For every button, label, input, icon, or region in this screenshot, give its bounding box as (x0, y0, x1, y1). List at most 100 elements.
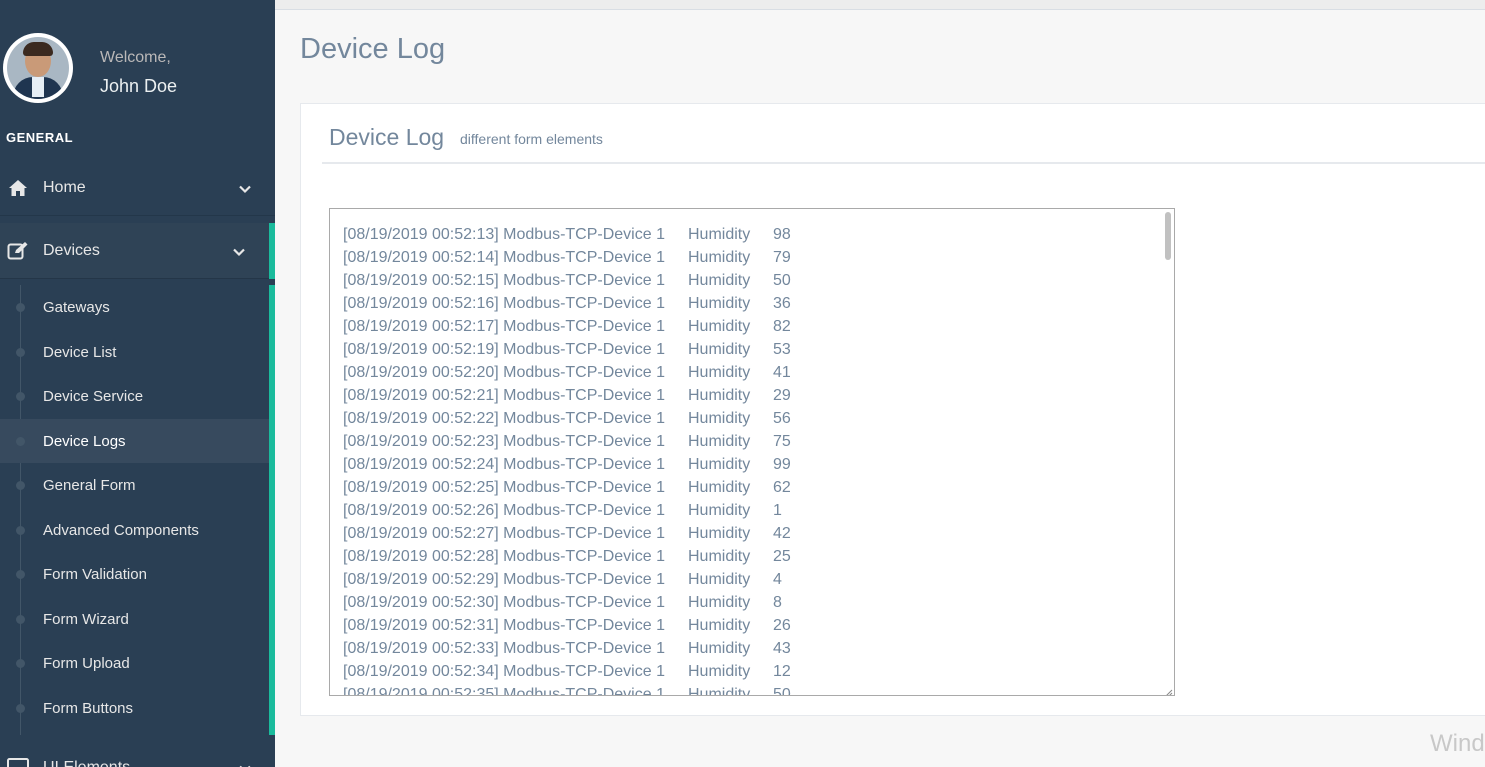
panel-title: Device Log (329, 124, 445, 150)
log-ts: [08/19/2019 00:52:15] Modbus-TCP-Device … (343, 272, 665, 289)
log-line: [08/19/2019 00:52:27] Modbus-TCP-Device … (343, 522, 791, 545)
chevron-down-icon (239, 182, 251, 194)
log-ts: [08/19/2019 00:52:21] Modbus-TCP-Device … (343, 387, 665, 404)
bullet-icon (16, 703, 25, 713)
log-metric: Humidity (688, 525, 751, 542)
sidebar-item-label: Gateways (43, 298, 110, 316)
chevron-down-icon (233, 245, 245, 257)
menu-item-label: Home (43, 178, 86, 196)
sidebar-item-device-logs[interactable]: Device Logs (0, 419, 269, 463)
sidebar-item-gateways[interactable]: Gateways (0, 285, 269, 329)
sidebar-item-form-validation[interactable]: Form Validation (0, 552, 269, 596)
sidebar-item-device-list[interactable]: Device List (0, 330, 269, 374)
log-line: [08/19/2019 00:52:31] Modbus-TCP-Device … (343, 614, 791, 637)
username: John Doe (100, 76, 178, 96)
log-metric: Humidity (688, 617, 751, 634)
log-line: [08/19/2019 00:52:35] Modbus-TCP-Device … (343, 683, 791, 696)
menu-item-devices[interactable]: Devices (0, 223, 275, 279)
log-line: [08/19/2019 00:52:13] Modbus-TCP-Device … (343, 223, 791, 246)
profile: Welcome, John Doe (0, 0, 275, 120)
log-ts: [08/19/2019 00:52:27] Modbus-TCP-Device … (343, 525, 665, 542)
panel-divider (322, 162, 1485, 164)
log-ts: [08/19/2019 00:52:23] Modbus-TCP-Device … (343, 433, 665, 450)
devices-submenu: Gateways Device List Device Service Devi… (0, 285, 275, 735)
welcome-text: Welcome, (100, 49, 171, 66)
log-line: [08/19/2019 00:52:20] Modbus-TCP-Device … (343, 361, 791, 384)
sidebar-item-form-wizard[interactable]: Form Wizard (0, 597, 269, 641)
menu-item-ui-elements[interactable]: UI Elements (0, 740, 275, 767)
log-value: 42 (773, 525, 791, 542)
edit-icon (7, 241, 29, 261)
menu-item-home[interactable]: Home (0, 160, 275, 216)
vertical-scrollbar[interactable] (1164, 210, 1173, 694)
log-line: [08/19/2019 00:52:26] Modbus-TCP-Device … (343, 499, 791, 522)
scrollbar-thumb[interactable] (1165, 212, 1171, 260)
log-metric: Humidity (688, 640, 751, 657)
sidebar-item-device-service[interactable]: Device Service (0, 374, 269, 418)
device-log-panel: Device Log different form elements [08/1… (300, 103, 1485, 716)
log-ts: [08/19/2019 00:52:22] Modbus-TCP-Device … (343, 410, 665, 427)
log-metric: Humidity (688, 226, 751, 243)
sidebar-item-advanced-components[interactable]: Advanced Components (0, 508, 269, 552)
log-metric: Humidity (688, 594, 751, 611)
sidebar: Welcome, John Doe GENERAL Home Devices G… (0, 0, 275, 767)
log-line: [08/19/2019 00:52:34] Modbus-TCP-Device … (343, 660, 791, 683)
top-nav (275, 0, 1485, 10)
bullet-icon (16, 347, 25, 357)
log-ts: [08/19/2019 00:52:25] Modbus-TCP-Device … (343, 479, 665, 496)
log-lines: [08/19/2019 00:52:13] Modbus-TCP-Device … (343, 223, 791, 696)
avatar[interactable] (3, 33, 73, 103)
log-metric: Humidity (688, 318, 751, 335)
log-ts: [08/19/2019 00:52:19] Modbus-TCP-Device … (343, 341, 665, 358)
log-metric: Humidity (688, 663, 751, 680)
sidebar-item-general-form[interactable]: General Form (0, 463, 269, 507)
bullet-icon (16, 658, 25, 668)
log-line: [08/19/2019 00:52:15] Modbus-TCP-Device … (343, 269, 791, 292)
chevron-down-icon (239, 762, 251, 767)
log-value: 4 (773, 571, 782, 588)
log-value: 43 (773, 640, 791, 657)
log-value: 98 (773, 226, 791, 243)
sidebar-item-form-buttons[interactable]: Form Buttons (0, 686, 269, 730)
bullet-icon (16, 391, 25, 401)
log-metric: Humidity (688, 686, 751, 696)
log-value: 79 (773, 249, 791, 266)
log-line: [08/19/2019 00:52:28] Modbus-TCP-Device … (343, 545, 791, 568)
resize-handle-icon[interactable] (1163, 684, 1173, 695)
log-metric: Humidity (688, 571, 751, 588)
log-metric: Humidity (688, 548, 751, 565)
bullet-icon (16, 436, 25, 446)
device-log-textarea[interactable]: [08/19/2019 00:52:13] Modbus-TCP-Device … (329, 208, 1175, 696)
log-line: [08/19/2019 00:52:23] Modbus-TCP-Device … (343, 430, 791, 453)
page-title: Device Log (300, 33, 446, 65)
watermark-text: Wind (1430, 730, 1485, 757)
bullet-icon (16, 480, 25, 490)
log-value: 12 (773, 663, 791, 680)
log-value: 41 (773, 364, 791, 381)
home-icon (7, 178, 29, 198)
log-value: 50 (773, 686, 791, 696)
sidebar-item-label: Form Wizard (43, 610, 129, 628)
log-ts: [08/19/2019 00:52:20] Modbus-TCP-Device … (343, 364, 665, 381)
log-metric: Humidity (688, 479, 751, 496)
log-line: [08/19/2019 00:52:16] Modbus-TCP-Device … (343, 292, 791, 315)
log-metric: Humidity (688, 456, 751, 473)
log-ts: [08/19/2019 00:52:28] Modbus-TCP-Device … (343, 548, 665, 565)
sidebar-item-label: Form Upload (43, 654, 130, 672)
bullet-icon (16, 614, 25, 624)
sidebar-item-form-upload[interactable]: Form Upload (0, 641, 269, 685)
log-metric: Humidity (688, 502, 751, 519)
log-value: 62 (773, 479, 791, 496)
sidebar-item-label: Device List (43, 343, 117, 361)
log-metric: Humidity (688, 295, 751, 312)
bullet-icon (16, 525, 25, 535)
menu-item-label: UI Elements (43, 759, 130, 767)
log-ts: [08/19/2019 00:52:31] Modbus-TCP-Device … (343, 617, 665, 634)
log-ts: [08/19/2019 00:52:14] Modbus-TCP-Device … (343, 249, 665, 266)
log-ts: [08/19/2019 00:52:26] Modbus-TCP-Device … (343, 502, 665, 519)
log-metric: Humidity (688, 387, 751, 404)
log-line: [08/19/2019 00:52:29] Modbus-TCP-Device … (343, 568, 791, 591)
log-metric: Humidity (688, 364, 751, 381)
log-line: [08/19/2019 00:52:22] Modbus-TCP-Device … (343, 407, 791, 430)
log-line: [08/19/2019 00:52:30] Modbus-TCP-Device … (343, 591, 791, 614)
